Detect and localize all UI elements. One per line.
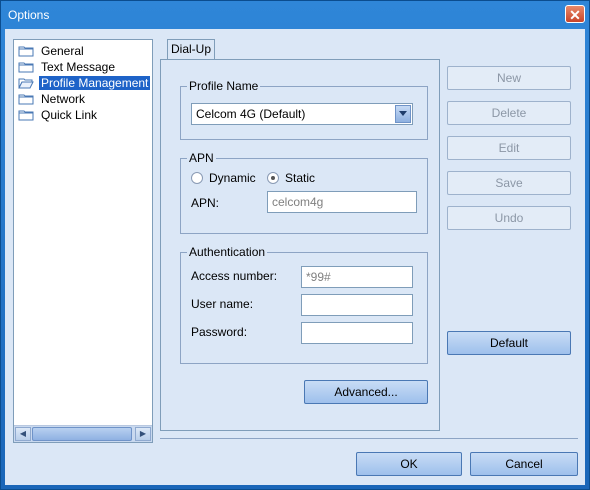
apn-field-label: APN: — [191, 196, 220, 210]
undo-label: Undo — [494, 211, 524, 225]
arrow-left-icon: ◀ — [19, 429, 27, 438]
tree-item-network[interactable]: Network — [18, 91, 87, 106]
dynamic-radio[interactable] — [191, 172, 203, 184]
close-icon: ✕ — [569, 7, 581, 23]
scroll-thumb[interactable] — [32, 427, 132, 441]
folder-icon — [18, 93, 34, 105]
apn-input-value: celcom4g — [272, 195, 324, 209]
profile-select[interactable]: Celcom 4G (Default) — [191, 103, 413, 125]
default-button[interactable]: Default — [447, 331, 571, 355]
new-label: New — [496, 71, 521, 85]
divider — [160, 438, 578, 439]
options-tree: General Text Message Profile Management … — [13, 39, 153, 443]
folder-icon — [18, 45, 34, 57]
dynamic-label: Dynamic — [209, 171, 256, 185]
advanced-button[interactable]: Advanced... — [304, 380, 428, 404]
static-label: Static — [285, 171, 316, 185]
static-radio[interactable] — [267, 172, 279, 184]
password-input[interactable] — [301, 322, 413, 344]
scroll-left-button[interactable]: ◀ — [15, 427, 31, 441]
default-label: Default — [489, 336, 529, 350]
options-window: Options ✕ General Text Message Profile M… — [0, 0, 590, 490]
tree-item-quick-link[interactable]: Quick Link — [18, 107, 99, 122]
dialog-client: General Text Message Profile Management … — [5, 29, 585, 485]
folder-icon — [18, 61, 34, 73]
tree-item-label: Text Message — [41, 59, 116, 74]
dropdown-button[interactable] — [395, 105, 411, 123]
edit-label: Edit — [498, 141, 520, 155]
authentication-group: Authentication Access number: *99# User … — [180, 245, 428, 364]
apn-input[interactable]: celcom4g — [267, 191, 417, 213]
apn-group: APN Dynamic Static APN: celcom4g — [180, 151, 428, 234]
tab-label: Dial-Up — [170, 42, 211, 56]
access-number-label: Access number: — [191, 269, 278, 283]
access-number-input[interactable]: *99# — [301, 266, 413, 288]
tree-item-profile-management[interactable]: Profile Management — [18, 75, 151, 90]
profile-name-legend: Profile Name — [187, 79, 261, 93]
profile-select-value: Celcom 4G (Default) — [196, 107, 306, 121]
delete-label: Delete — [491, 106, 527, 120]
apn-legend: APN — [187, 151, 216, 165]
close-button[interactable]: ✕ — [565, 5, 585, 23]
tree-item-label: General — [41, 43, 84, 58]
authentication-legend: Authentication — [187, 245, 268, 259]
chevron-down-icon — [399, 111, 407, 116]
access-number-value: *99# — [306, 270, 331, 284]
tree-item-label: Quick Link — [41, 107, 98, 122]
user-name-input[interactable] — [301, 294, 413, 316]
edit-button[interactable]: Edit — [447, 136, 571, 160]
password-label: Password: — [191, 325, 248, 339]
tree-item-label: Profile Management — [39, 75, 151, 90]
tab-dial-up[interactable]: Dial-Up — [167, 39, 215, 59]
tree-item-text-message[interactable]: Text Message — [18, 59, 117, 74]
ok-button[interactable]: OK — [356, 452, 462, 476]
arrow-right-icon: ▶ — [139, 429, 147, 438]
tree-horizontal-scrollbar[interactable]: ◀ ▶ — [14, 425, 152, 442]
new-button[interactable]: New — [447, 66, 571, 90]
save-button[interactable]: Save — [447, 171, 571, 195]
cancel-button[interactable]: Cancel — [470, 452, 578, 476]
profile-name-group: Profile Name Celcom 4G (Default) — [180, 79, 428, 140]
dial-up-pane: Profile Name Celcom 4G (Default) APN Dyn… — [160, 59, 440, 431]
folder-icon — [18, 109, 34, 121]
scroll-right-button[interactable]: ▶ — [135, 427, 151, 441]
user-name-label: User name: — [191, 297, 254, 311]
delete-button[interactable]: Delete — [447, 101, 571, 125]
save-label: Save — [495, 176, 523, 190]
open-folder-icon — [18, 77, 34, 89]
advanced-label: Advanced... — [334, 385, 398, 399]
cancel-label: Cancel — [505, 457, 543, 471]
tree-item-general[interactable]: General — [18, 43, 86, 58]
ok-label: OK — [400, 457, 418, 471]
window-title: Options — [8, 8, 50, 22]
undo-button[interactable]: Undo — [447, 206, 571, 230]
tree-item-label: Network — [41, 91, 86, 106]
title-bar[interactable]: Options ✕ — [1, 1, 589, 29]
